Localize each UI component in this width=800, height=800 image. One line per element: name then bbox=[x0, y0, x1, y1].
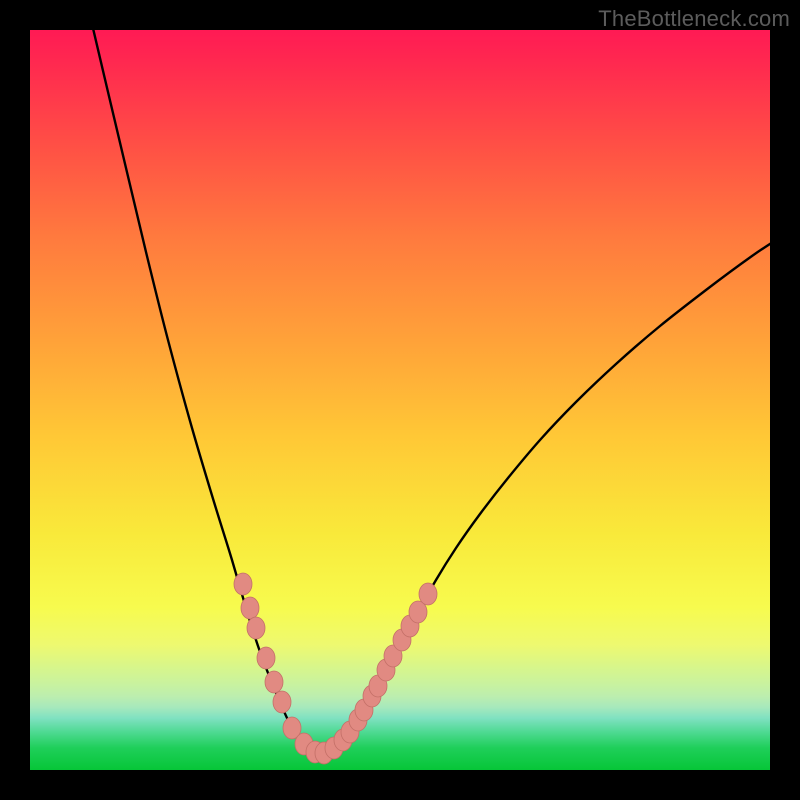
curve-dot bbox=[265, 671, 283, 693]
plot-svg bbox=[30, 30, 770, 770]
chart-root: TheBottleneck.com bbox=[0, 0, 800, 800]
bottleneck-curve bbox=[92, 30, 770, 753]
plot-frame bbox=[30, 30, 770, 770]
curve-dot bbox=[257, 647, 275, 669]
curve-dot bbox=[247, 617, 265, 639]
curve-dot bbox=[419, 583, 437, 605]
watermark-text: TheBottleneck.com bbox=[598, 6, 790, 32]
curve-dot bbox=[273, 691, 291, 713]
curve-dot bbox=[241, 597, 259, 619]
curve-dot bbox=[234, 573, 252, 595]
curve-dots bbox=[234, 573, 437, 764]
